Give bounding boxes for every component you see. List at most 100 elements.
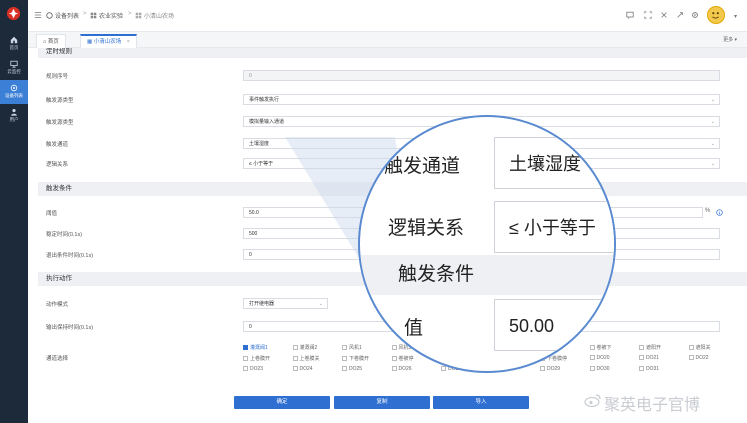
breadcrumb-item[interactable]: 农业实验 bbox=[99, 11, 123, 20]
lens-logic-label: 逻辑关系 bbox=[388, 218, 465, 239]
checkbox-icon[interactable] bbox=[688, 355, 694, 360]
breadcrumb-separator: > bbox=[128, 11, 132, 17]
trigger-source-select[interactable]: 事件触发执行 ⌄ bbox=[243, 94, 720, 105]
sidebar-item-label: 设备列表 bbox=[5, 93, 23, 98]
collapse-menu-icon[interactable] bbox=[34, 11, 42, 19]
channel-checkbox[interactable]: DO31 bbox=[639, 366, 659, 372]
action-mode-select[interactable]: 打开继电器 ⌄ bbox=[243, 298, 328, 309]
sidebar-item-home[interactable]: 首页 bbox=[0, 32, 28, 56]
channel-checkbox[interactable]: DO23 bbox=[243, 366, 263, 372]
checkbox-icon[interactable] bbox=[342, 345, 347, 350]
checkbox-icon[interactable] bbox=[342, 366, 347, 371]
channel-checkbox-label: DO29 bbox=[547, 366, 561, 372]
channel-checkbox[interactable]: 灌溉阀2 bbox=[292, 344, 317, 351]
trigger-channel-label: 触发通道 bbox=[46, 142, 69, 148]
channel-checkbox-label: DO20 bbox=[596, 355, 610, 361]
checkbox-checked-icon[interactable] bbox=[243, 345, 248, 350]
message-icon[interactable] bbox=[626, 11, 634, 19]
channel-checkbox[interactable]: 风机1 bbox=[342, 344, 362, 351]
channel-checkbox[interactable]: 卷被停 bbox=[391, 355, 414, 362]
sidebar-item-monitor[interactable]: 云监控 bbox=[0, 56, 28, 80]
fullscreen-icon[interactable] bbox=[644, 11, 652, 19]
confirm-button[interactable]: 确定 bbox=[234, 396, 330, 409]
chevron-down-icon: ⌄ bbox=[318, 301, 323, 307]
channel-checkbox[interactable]: DO22 bbox=[688, 355, 709, 361]
grid-icon bbox=[135, 12, 142, 19]
tab-label: 首页 bbox=[47, 39, 59, 45]
checkbox-icon[interactable] bbox=[243, 366, 248, 371]
info-icon[interactable] bbox=[716, 209, 723, 216]
sidebar-item-label: 首页 bbox=[9, 45, 19, 50]
checkbox-icon[interactable] bbox=[391, 345, 397, 350]
channel-select-label: 通道选择 bbox=[46, 356, 69, 362]
lens-channel-label: 触发通道 bbox=[384, 156, 461, 177]
close-icon[interactable]: × bbox=[127, 39, 130, 45]
channel-checkbox-label: 灌溉阀1 bbox=[250, 345, 268, 351]
lens-channel-field: 土壤湿度 ⌄ bbox=[494, 137, 614, 189]
lens-channel-value: 土壤湿度 bbox=[509, 154, 581, 174]
sidebar: 首页 云监控 设备列表 用户 bbox=[0, 0, 28, 423]
channel-checkbox-label: 下卷膜停 bbox=[547, 356, 568, 362]
channel-checkbox-label: DO30 bbox=[596, 366, 610, 372]
channel-checkbox-label: DO31 bbox=[646, 366, 660, 372]
checkbox-icon[interactable] bbox=[243, 356, 248, 361]
exit-time-label: 退出条件时间(0.1s) bbox=[46, 253, 94, 259]
expand-icon[interactable] bbox=[660, 11, 668, 19]
channel-checkbox-label: 遮阳关 bbox=[695, 345, 711, 351]
lens-section-header: 触发条件 bbox=[360, 255, 614, 295]
import-button[interactable]: 导入 bbox=[433, 396, 529, 409]
lens-logic-field: ≤ 小于等于 bbox=[494, 201, 614, 253]
device-list-icon bbox=[10, 84, 18, 92]
channel-checkbox-label: DO22 bbox=[695, 355, 709, 361]
lens-logic-value: ≤ 小于等于 bbox=[509, 218, 596, 238]
checkbox-icon[interactable] bbox=[589, 366, 595, 371]
user-menu-chevron-icon[interactable]: ▾ bbox=[734, 13, 737, 20]
rule-no-field: 0 bbox=[243, 70, 720, 81]
more-menu[interactable]: 更多 ▾ bbox=[723, 36, 737, 43]
channel-checkbox[interactable]: 灌溉阀1 bbox=[243, 344, 268, 351]
channel-checkbox[interactable]: DO25 bbox=[342, 366, 362, 372]
channel-checkbox[interactable]: 上卷膜关 bbox=[292, 355, 320, 362]
home-icon bbox=[10, 36, 18, 44]
checkbox-icon[interactable] bbox=[589, 355, 595, 360]
checkbox-icon[interactable] bbox=[292, 345, 298, 350]
lens-threshold-value: 50.00 bbox=[509, 316, 555, 336]
magnifier-lens: 触发通道 土壤湿度 ⌄ 逻辑关系 ≤ 小于等于 触发条件 值 50.00 bbox=[358, 115, 616, 373]
tab-farm[interactable]: ▦ 小清山农场 × bbox=[80, 34, 137, 48]
channel-checkbox[interactable]: DO29 bbox=[540, 366, 560, 372]
checkbox-icon[interactable] bbox=[292, 356, 298, 361]
channel-checkbox[interactable]: DO20 bbox=[589, 355, 610, 361]
checkbox-icon[interactable] bbox=[688, 345, 694, 350]
channel-checkbox[interactable]: 上卷膜开 bbox=[243, 355, 270, 362]
channel-checkbox-label: 遮阳开 bbox=[646, 345, 662, 351]
checkbox-icon[interactable] bbox=[639, 345, 644, 350]
breadcrumb-item[interactable]: 设备列表 bbox=[55, 11, 79, 20]
checkbox-icon[interactable] bbox=[639, 366, 644, 371]
checkbox-icon[interactable] bbox=[391, 366, 397, 371]
checkbox-icon[interactable] bbox=[639, 355, 644, 360]
avatar[interactable] bbox=[707, 6, 725, 24]
checkbox-icon[interactable] bbox=[540, 366, 545, 371]
channel-checkbox[interactable]: DO21 bbox=[639, 355, 659, 361]
lens-threshold-field: 50.00 bbox=[494, 299, 614, 351]
theme-icon[interactable] bbox=[676, 11, 684, 19]
sidebar-item-device-list[interactable]: 设备列表 bbox=[0, 80, 28, 104]
channel-checkbox[interactable]: 遮阳关 bbox=[688, 344, 711, 351]
watermark-text: 聚英电子官博 bbox=[604, 397, 701, 414]
channel-checkbox[interactable]: DO30 bbox=[589, 366, 610, 372]
checkbox-icon[interactable] bbox=[342, 356, 347, 361]
breadcrumb-item-current: 小清山农场 bbox=[144, 14, 175, 20]
settings-icon[interactable] bbox=[691, 11, 699, 19]
checkbox-icon[interactable] bbox=[292, 366, 298, 371]
channel-checkbox[interactable]: DO24 bbox=[292, 366, 313, 372]
checkbox-icon[interactable] bbox=[391, 356, 397, 361]
copy-button[interactable]: 复制 bbox=[334, 396, 430, 409]
channel-checkbox-label: 风机1 bbox=[349, 345, 362, 351]
tab-home[interactable]: ⌂ 首页 bbox=[36, 34, 66, 48]
checkbox-icon[interactable] bbox=[441, 366, 446, 371]
trigger-source-label: 触发源类型 bbox=[46, 98, 74, 104]
channel-checkbox[interactable]: 遮阳开 bbox=[639, 344, 661, 351]
sidebar-item-user[interactable]: 用户 bbox=[0, 104, 28, 128]
channel-checkbox[interactable]: 下卷膜开 bbox=[342, 355, 369, 362]
channel-checkbox[interactable]: DO26 bbox=[391, 366, 412, 372]
